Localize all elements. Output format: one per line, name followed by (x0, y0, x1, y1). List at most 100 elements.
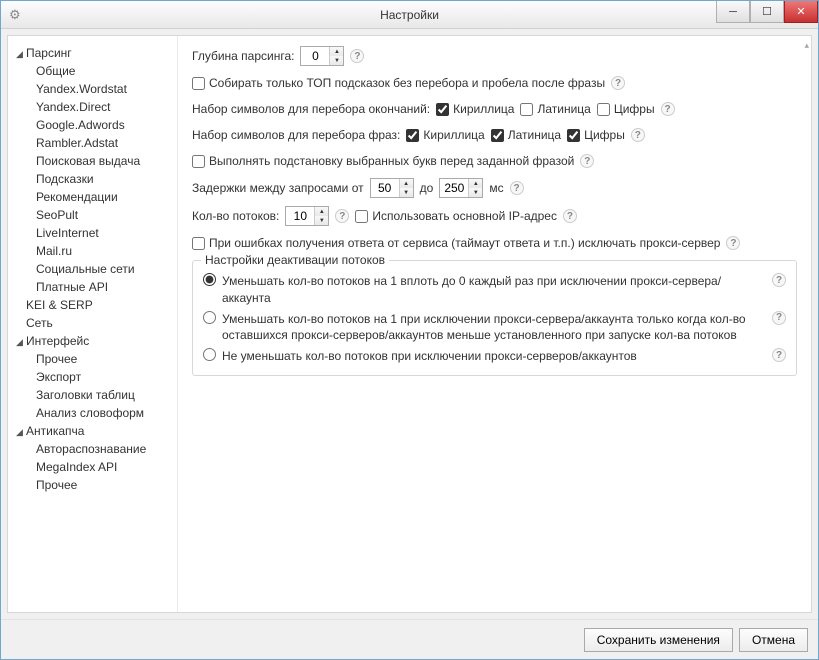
tree-item[interactable]: Google.Adwords (36, 116, 173, 134)
spin-down-icon[interactable]: ▼ (330, 56, 343, 65)
delay-from-input[interactable] (371, 179, 399, 197)
deact-opt1-label: Уменьшать кол-во потоков на 1 вплоть до … (222, 273, 766, 307)
tree-item[interactable]: Социальные сети (36, 260, 173, 278)
help-icon[interactable]: ? (772, 348, 786, 362)
gear-icon: ⚙ (9, 7, 21, 23)
tree-item[interactable]: Прочее (36, 476, 173, 494)
tree-item[interactable]: LiveInternet (36, 224, 173, 242)
spin-down-icon[interactable]: ▼ (469, 188, 482, 197)
help-icon[interactable]: ? (580, 154, 594, 168)
tree-item[interactable]: Yandex.Wordstat (36, 80, 173, 98)
settings-window: ⚙ Настройки ─ ☐ ✕ ◢ПарсингОбщиеYandex.Wo… (0, 0, 819, 660)
proxy-exclude-checkbox[interactable]: При ошибках получения ответа от сервиса … (192, 234, 720, 252)
spin-down-icon[interactable]: ▼ (315, 216, 328, 225)
help-icon[interactable]: ? (772, 273, 786, 287)
help-icon[interactable]: ? (563, 209, 577, 223)
settings-panel: ▴ Глубина парсинга: ▲▼ ? Собирать только… (178, 36, 811, 612)
threads-input[interactable] (286, 207, 314, 225)
delay-to-input[interactable] (440, 179, 468, 197)
titlebar: ⚙ Настройки ─ ☐ ✕ (1, 1, 818, 29)
spin-down-icon[interactable]: ▼ (400, 188, 413, 197)
tree-item[interactable]: Анализ словоформ (36, 404, 173, 422)
tree-group-label[interactable]: Антикапча (26, 424, 84, 438)
tree-group[interactable]: ◢Парсинг (16, 44, 173, 62)
tree-item[interactable]: Экспорт (36, 368, 173, 386)
spin-up-icon[interactable]: ▲ (330, 47, 343, 56)
deact-opt3-radio[interactable] (203, 348, 216, 361)
caret-down-icon[interactable]: ◢ (16, 48, 26, 62)
depth-spinner[interactable]: ▲▼ (300, 46, 344, 66)
help-icon[interactable]: ? (611, 76, 625, 90)
tree-group[interactable]: Сеть (16, 314, 173, 332)
endings-cyr-checkbox[interactable]: Кириллица (436, 100, 514, 118)
help-icon[interactable]: ? (510, 181, 524, 195)
tree-item[interactable]: Mail.ru (36, 242, 173, 260)
top-only-checkbox[interactable]: Собирать только ТОП подсказок без перебо… (192, 74, 605, 92)
maximize-button[interactable]: ☐ (750, 1, 784, 23)
threads-spinner[interactable]: ▲▼ (285, 206, 329, 226)
tree-item[interactable]: Заголовки таблиц (36, 386, 173, 404)
delay-to-spinner[interactable]: ▲▼ (439, 178, 483, 198)
tree-group[interactable]: ◢Антикапча (16, 422, 173, 440)
tree-group-label[interactable]: Сеть (26, 316, 53, 330)
tree-item[interactable]: Yandex.Direct (36, 98, 173, 116)
prepend-checkbox[interactable]: Выполнять подстановку выбранных букв пер… (192, 152, 574, 170)
tree-item[interactable]: Поисковая выдача (36, 152, 173, 170)
help-icon[interactable]: ? (726, 236, 740, 250)
tree-item[interactable]: Автораспознавание (36, 440, 173, 458)
cancel-button[interactable]: Отмена (739, 628, 808, 652)
deact-opt1-radio[interactable] (203, 273, 216, 286)
dialog-footer: Сохранить изменения Отмена (1, 619, 818, 659)
threads-label: Кол-во потоков: (192, 207, 279, 225)
deact-opt2-radio[interactable] (203, 311, 216, 324)
tree-group[interactable]: KEI & SERP (16, 296, 173, 314)
spin-up-icon[interactable]: ▲ (315, 207, 328, 216)
tree-group-label[interactable]: Интерфейс (26, 334, 89, 348)
tree-item[interactable]: Рекомендации (36, 188, 173, 206)
delay-to-label: до (420, 179, 434, 197)
delay-from-label: Задержки между запросами от (192, 179, 364, 197)
deactivation-legend: Настройки деактивации потоков (201, 253, 389, 267)
scroll-up-icon[interactable]: ▴ (804, 40, 809, 51)
deactivation-groupbox: Настройки деактивации потоков Уменьшать … (192, 260, 797, 376)
tree-item[interactable]: MegaIndex API (36, 458, 173, 476)
help-icon[interactable]: ? (772, 311, 786, 325)
phrases-dig-checkbox[interactable]: Цифры (567, 126, 625, 144)
help-icon[interactable]: ? (631, 128, 645, 142)
tree-item[interactable]: Прочее (36, 350, 173, 368)
caret-down-icon[interactable]: ◢ (16, 426, 26, 440)
caret-down-icon[interactable]: ◢ (16, 336, 26, 350)
window-buttons: ─ ☐ ✕ (716, 1, 818, 23)
phrases-charset-label: Набор символов для перебора фраз: (192, 126, 400, 144)
tree-item[interactable]: Платные API (36, 278, 173, 296)
endings-lat-checkbox[interactable]: Латиница (520, 100, 590, 118)
endings-charset-label: Набор символов для перебора окончаний: (192, 100, 430, 118)
spin-up-icon[interactable]: ▲ (400, 179, 413, 188)
deact-opt3-label: Не уменьшать кол-во потоков при исключен… (222, 348, 766, 365)
window-title: Настройки (1, 8, 818, 22)
tree-group-label[interactable]: Парсинг (26, 46, 72, 60)
tree-item[interactable]: SeoPult (36, 206, 173, 224)
sidebar-tree[interactable]: ◢ПарсингОбщиеYandex.WordstatYandex.Direc… (8, 36, 178, 612)
save-button[interactable]: Сохранить изменения (584, 628, 733, 652)
tree-group-label[interactable]: KEI & SERP (26, 298, 93, 312)
close-button[interactable]: ✕ (784, 1, 818, 23)
help-icon[interactable]: ? (335, 209, 349, 223)
depth-input[interactable] (301, 47, 329, 65)
tree-item[interactable]: Общие (36, 62, 173, 80)
tree-item[interactable]: Подсказки (36, 170, 173, 188)
endings-dig-checkbox[interactable]: Цифры (597, 100, 655, 118)
delay-unit: мс (489, 179, 503, 197)
help-icon[interactable]: ? (350, 49, 364, 63)
phrases-lat-checkbox[interactable]: Латиница (491, 126, 561, 144)
tree-item[interactable]: Rambler.Adstat (36, 134, 173, 152)
spin-up-icon[interactable]: ▲ (469, 179, 482, 188)
phrases-cyr-checkbox[interactable]: Кириллица (406, 126, 484, 144)
minimize-button[interactable]: ─ (716, 1, 750, 23)
delay-from-spinner[interactable]: ▲▼ (370, 178, 414, 198)
content-area: ◢ПарсингОбщиеYandex.WordstatYandex.Direc… (7, 35, 812, 613)
main-ip-checkbox[interactable]: Использовать основной IP-адрес (355, 207, 557, 225)
depth-label: Глубина парсинга: (192, 47, 294, 65)
help-icon[interactable]: ? (661, 102, 675, 116)
tree-group[interactable]: ◢Интерфейс (16, 332, 173, 350)
